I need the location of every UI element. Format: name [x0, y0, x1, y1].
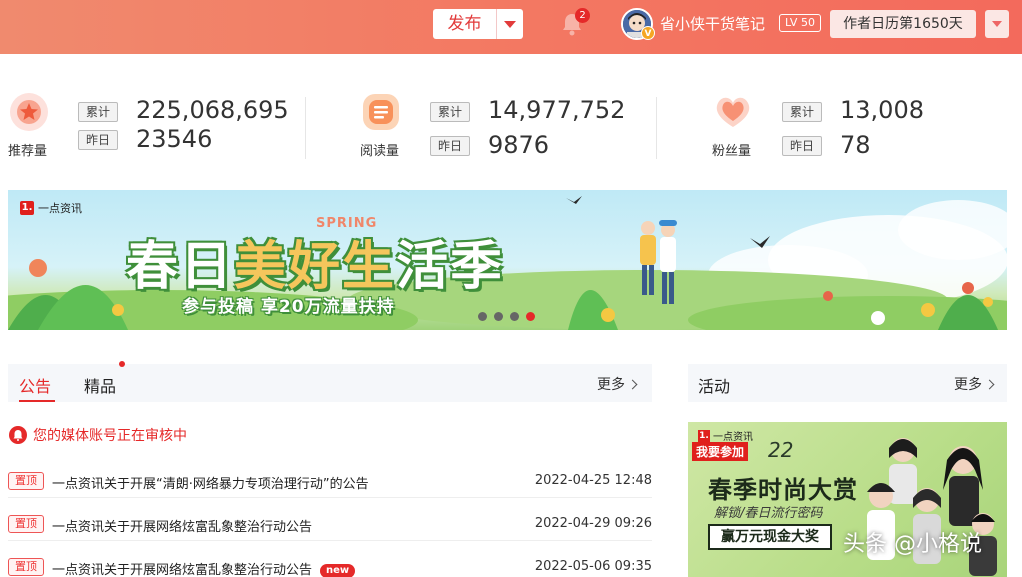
yesterday-tag: 昨日 — [78, 130, 118, 150]
activity-logo: 1. 一点资讯 — [698, 428, 753, 443]
publish-dropdown-icon[interactable] — [497, 9, 523, 39]
pinned-badge: 置顶 — [8, 558, 44, 576]
activity-logo-text: 一点资讯 — [713, 432, 753, 443]
divider — [305, 97, 306, 159]
announcement-title-wrap[interactable]: 一点资讯关于开展网络炫富乱象整治行动公告 new — [52, 559, 356, 577]
stat-read: 阅读量 累计 14,977,752 昨日 9876 — [360, 88, 650, 168]
activity-logo-mark: 1. — [698, 429, 710, 442]
watermark-text: 头条 @小格说 — [843, 532, 982, 557]
yesterday-tag: 昨日 — [782, 136, 822, 156]
stat-label: 阅读量 — [360, 144, 400, 159]
announcement-date: 2022-05-06 09:35 — [534, 559, 652, 574]
active-tab-underline — [19, 400, 55, 402]
level-badge: LV 50 — [779, 14, 821, 32]
announcement-title[interactable]: 一点资讯关于开展网络炫富乱象整治行动公告 — [52, 516, 312, 535]
carousel-dot[interactable] — [494, 312, 503, 321]
promo-banner[interactable]: 1. 一点资讯 SPRING 春日美好生活季 参与投稿 享20万流量扶持 — [8, 190, 1007, 330]
yesterday-value: 78 — [840, 131, 871, 159]
activity-prize: 赢万元现金大奖 — [708, 524, 832, 550]
chevron-right-icon — [627, 379, 638, 389]
announcement-row[interactable]: 置顶 一点资讯关于开展“清朗·网络暴力专项治理行动”的公告 2022-04-25… — [8, 466, 652, 498]
divider — [656, 97, 657, 159]
announcements-more-link[interactable]: 更多 — [597, 374, 638, 394]
author-days-button[interactable]: 作者日历第1650天 — [830, 10, 976, 38]
activity-more-link[interactable]: 更多 — [954, 374, 995, 394]
banner-logo-text: 一点资讯 — [38, 202, 82, 215]
announcement-row[interactable]: 置顶 一点资讯关于开展网络炫富乱象整治行动公告 new 2022-05-06 09… — [8, 552, 652, 577]
total-value: 14,977,752 — [488, 96, 626, 124]
publish-label[interactable]: 发布 — [433, 9, 497, 39]
stat-fans: 粉丝量 累计 13,008 昨日 78 — [712, 88, 1002, 168]
total-tag: 累计 — [782, 102, 822, 122]
pinned-badge: 置顶 — [8, 515, 44, 533]
activity-banner[interactable]: 1. 一点资讯 我要参加 22 春季时尚大赏 解锁/春日流行密码 赢万元现金大奖 … — [688, 422, 1007, 577]
announcement-date: 2022-04-25 12:48 — [534, 473, 652, 488]
banner-title-part3: 生 — [342, 237, 397, 297]
stat-label: 推荐量 — [8, 144, 48, 159]
read-icon — [363, 94, 399, 130]
banner-title-part1: 春日 — [126, 237, 235, 297]
recommend-icon — [10, 93, 48, 131]
banner-title-part2: 美好 — [234, 237, 343, 297]
yesterday-value: 9876 — [488, 131, 550, 159]
yesterday-tag: 昨日 — [430, 136, 470, 156]
carousel-dots — [478, 312, 535, 321]
publish-button[interactable]: 发布 — [433, 9, 523, 39]
more-label[interactable]: 更多 — [954, 374, 982, 394]
user-menu-dropdown[interactable] — [985, 10, 1009, 38]
bell-alert-icon — [9, 426, 27, 444]
announcement-title[interactable]: 一点资讯关于开展“清朗·网络暴力专项治理行动”的公告 — [52, 473, 369, 492]
carousel-dot-active[interactable] — [526, 312, 535, 321]
activity-title: 活动 — [698, 377, 731, 396]
activity-header: 活动 更多 — [688, 364, 1007, 402]
tab-featured[interactable]: 精品 — [84, 373, 116, 397]
verified-badge: V — [641, 26, 655, 40]
join-activity-button[interactable]: 我要参加 — [692, 442, 749, 461]
featured-unread-dot — [119, 361, 125, 367]
yesterday-value: 23546 — [136, 125, 213, 153]
activity-headline: 春季时尚大赏 — [708, 476, 858, 504]
total-tag: 累计 — [430, 102, 470, 122]
carousel-dot[interactable] — [478, 312, 487, 321]
stat-recommend: 推荐量 累计 225,068,695 昨日 23546 — [8, 88, 298, 168]
new-badge: new — [320, 564, 356, 577]
total-tag: 累计 — [78, 102, 118, 122]
total-value: 225,068,695 — [136, 96, 289, 124]
announcement-row[interactable]: 置顶 一点资讯关于开展网络炫富乱象整治行动公告 2022-04-29 09:26 — [8, 509, 652, 541]
username[interactable]: 省小侠干货笔记 — [660, 13, 765, 34]
announcement-title[interactable]: 一点资讯关于开展网络炫富乱象整治行动公告 — [52, 563, 312, 577]
activity-subtitle: 解锁/春日流行密码 — [714, 506, 823, 521]
banner-logo-mark: 1. — [20, 201, 34, 215]
activity-year: 22 — [768, 438, 794, 462]
banner-logo: 1. 一点资讯 — [20, 200, 82, 216]
top-header: 发布 2 V 省小侠干货笔记 LV 50 作者日历第1650天 — [0, 0, 1022, 54]
stat-label: 粉丝量 — [712, 144, 752, 159]
banner-subtitle: 参与投稿 享20万流量扶持 — [182, 297, 395, 317]
total-value: 13,008 — [840, 96, 924, 124]
more-label[interactable]: 更多 — [597, 374, 625, 394]
chevron-right-icon — [984, 379, 995, 389]
banner-title-part4: 活季 — [396, 237, 505, 297]
announcement-tabs: 公告 精品 更多 — [8, 364, 652, 402]
notice-text: 您的媒体账号正在审核中 — [33, 428, 187, 444]
tab-announcements[interactable]: 公告 — [19, 373, 51, 397]
notification-badge: 2 — [575, 8, 590, 23]
chevron-down-icon — [992, 21, 1002, 27]
announcement-date: 2022-04-29 09:26 — [534, 516, 652, 531]
fans-icon — [716, 97, 750, 127]
banner-title: 春日美好生活季 — [126, 224, 504, 299]
pinned-badge: 置顶 — [8, 472, 44, 490]
carousel-dot[interactable] — [510, 312, 519, 321]
account-review-notice: 您的媒体账号正在审核中 — [9, 425, 187, 445]
